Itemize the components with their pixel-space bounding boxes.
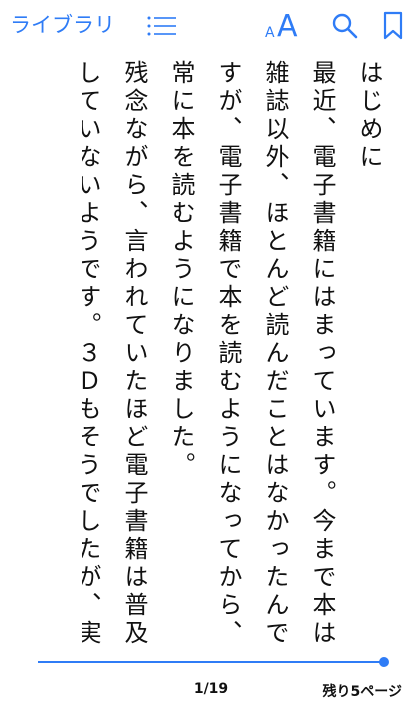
progress-fill — [38, 661, 384, 663]
search-button[interactable] — [331, 12, 359, 40]
font-size-button[interactable]: A A — [265, 6, 307, 44]
pages-left-label: 残り5ページ — [322, 684, 402, 700]
library-button[interactable]: ライブラリ — [10, 10, 115, 40]
font-large-icon: A — [277, 9, 298, 44]
font-small-icon: A — [265, 25, 275, 41]
list-icon — [147, 16, 176, 36]
bookmark-icon — [383, 11, 403, 40]
reader-toolbar: ライブラリ A A — [0, 0, 420, 52]
book-text: はじめに 最近、電子書籍にはまっています。今まで本は雑誌以外、ほとんど読んだこと… — [82, 60, 392, 660]
chapter-title: はじめに — [355, 60, 383, 172]
book-paragraph: 最近、電子書籍にはまっています。今まで本は雑誌以外、ほとんど読んだことはなかった… — [167, 60, 336, 648]
table-of-contents-button[interactable] — [146, 14, 178, 38]
page-progress-slider[interactable] — [38, 654, 389, 670]
page-number: 1/19 — [193, 681, 229, 697]
bookmark-button[interactable] — [381, 11, 405, 41]
progress-thumb[interactable] — [379, 657, 389, 667]
book-paragraph: 残念ながら、言われていたほど電子書籍は普及していないようです。３Ｄもそうでしたが… — [82, 60, 148, 648]
reader-page[interactable]: はじめに 最近、電子書籍にはまっています。今まで本は雑誌以外、ほとんど読んだこと… — [82, 60, 392, 660]
search-icon — [332, 13, 358, 39]
